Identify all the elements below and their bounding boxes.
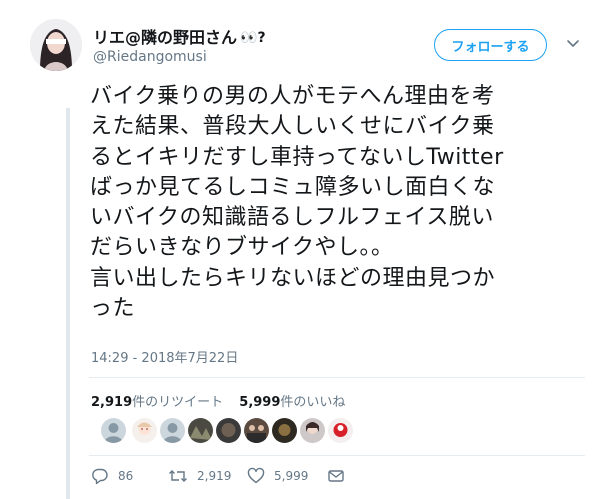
tweet-line: ばっか見てるしコミュ障多いし面白くな [90,174,496,200]
divider [89,377,585,378]
liker-avatar[interactable] [328,418,353,443]
author-avatar-image [30,19,82,71]
follow-button[interactable]: フォローする [434,29,547,61]
like-stat[interactable]: 5,999件のいいね [239,395,345,410]
liker-avatar[interactable] [101,418,126,443]
liker-avatar[interactable] [244,418,269,443]
reply-count: 86 [118,469,134,483]
liker-avatar[interactable] [300,418,325,443]
tweet-line: えた結果、普段大人しいくせにバイク乗 [90,114,495,140]
like-stat-count: 5,999 [239,395,281,410]
liker-avatar[interactable] [188,418,213,443]
like-button[interactable]: 5,999 [247,466,308,486]
like-count: 5,999 [274,469,309,483]
tweet-line: いバイクの知識語るしフルフェイス脱い [90,205,494,231]
tweet-line: だらいきなりブサイクやし。。 [90,235,394,261]
author-display-name[interactable]: リエ@隣の野田さん 👀? [93,24,266,48]
tweet-line: バイク乗りの男の人がモテへん理由を考 [90,84,495,109]
divider [89,455,585,456]
like-stat-label: 件のいいね [280,395,346,410]
tweet-stats: 2,919件のリツイート 5,999件のいいね [91,391,357,410]
retweet-stat-count: 2,919 [91,395,133,410]
eyes-emoji-icon: 👀? [240,30,266,46]
reply-button[interactable]: 86 [91,466,133,486]
envelope-icon [327,467,345,485]
direct-message-button[interactable] [327,466,345,486]
liker-avatar[interactable] [216,418,241,443]
reply-icon [91,467,109,485]
heart-icon [247,467,265,485]
retweet-icon [168,467,188,485]
tweet-line: 言い出したらキリないほどの理由見つか [90,265,496,291]
retweet-button[interactable]: 2,919 [168,466,231,486]
chevron-down-icon[interactable] [565,35,581,51]
thread-line [66,108,70,499]
author-avatar[interactable] [30,19,82,71]
author-handle[interactable]: @Riedangomusi [93,49,207,65]
retweet-stat-label: 件のリツイート [132,395,224,410]
retweet-count: 2,919 [197,469,232,483]
display-name-text: リエ@隣の野田さん [93,28,238,47]
tweet-text: バイク乗りの男の人がモテへん理由を考 えた結果、普段大人しいくせにバイク乗 ると… [90,82,590,324]
liker-avatar[interactable] [272,418,297,443]
tweet-line: った [90,296,136,322]
tweet-timestamp[interactable]: 14:29 - 2018年7月22日 [91,347,238,366]
liker-avatar[interactable] [160,418,185,443]
retweet-stat[interactable]: 2,919件のリツイート [91,395,223,410]
tweet-line: るとイキリだすし車持ってないしTwitter [90,144,504,170]
liker-avatar[interactable] [132,418,157,443]
